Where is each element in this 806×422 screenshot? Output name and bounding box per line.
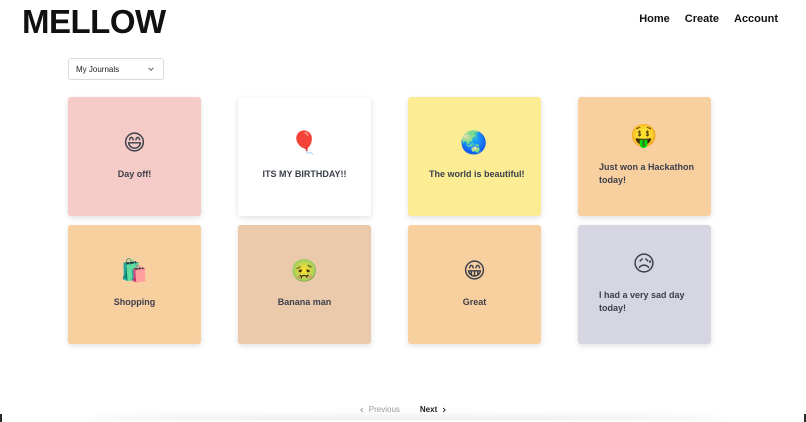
- journal-card-title: Day off!: [117, 168, 152, 179]
- journal-card-title: Just won a Hackathon today!: [599, 162, 695, 185]
- nav-account-link[interactable]: Account: [733, 13, 779, 27]
- chevron-down-icon: [148, 67, 154, 71]
- next-page-label: Next: [419, 405, 438, 414]
- app-logo[interactable]: MELLOW: [22, 3, 166, 41]
- journal-filter-value: My Journals: [76, 64, 120, 74]
- journal-card[interactable]: 🤢 Banana man: [238, 225, 371, 344]
- nauseated-face-icon: 🤢: [290, 258, 319, 284]
- journal-card[interactable]: 😥 I had a very sad day today!: [578, 225, 711, 344]
- balloon-icon: 🎈: [290, 130, 319, 156]
- journal-card-title: I had a very sad day today!: [599, 290, 685, 313]
- journal-card[interactable]: 😁 Great: [408, 225, 541, 344]
- journal-filter-select[interactable]: My Journals: [68, 58, 164, 80]
- beaming-face-icon: 😁: [463, 258, 486, 284]
- journal-card[interactable]: 🎈 ITS MY BIRTHDAY!!: [238, 97, 371, 216]
- journal-card-title: ITS MY BIRTHDAY!!: [262, 168, 347, 179]
- pagination: Previous Next: [0, 405, 806, 414]
- journal-card[interactable]: 😄 Day off!: [68, 97, 201, 216]
- nav-create-link[interactable]: Create: [683, 13, 721, 27]
- window-edge-left: [0, 414, 2, 422]
- previous-page-button[interactable]: Previous: [359, 405, 400, 414]
- top-nav: Home Create Account: [638, 13, 779, 27]
- journal-card-title: Shopping: [113, 296, 156, 307]
- journal-grid: 😄 Day off! 🎈 ITS MY BIRTHDAY!! 🌏 The wor…: [68, 97, 711, 344]
- next-page-button[interactable]: Next: [420, 405, 447, 414]
- journal-card[interactable]: 🛍️ Shopping: [68, 225, 201, 344]
- shopping-bags-icon: 🛍️: [120, 258, 149, 284]
- chevron-left-icon: [359, 407, 363, 412]
- money-mouth-face-icon: 🤑: [630, 124, 658, 150]
- chevron-right-icon: [443, 407, 447, 412]
- journal-card-title: Banana man: [277, 296, 332, 307]
- globe-icon: 🌏: [460, 130, 488, 156]
- journal-card-title: Great: [462, 296, 487, 307]
- sad-relieved-face-icon: 😥: [632, 252, 656, 278]
- grinning-face-icon: 😄: [123, 130, 146, 156]
- nav-home-link[interactable]: Home: [638, 13, 671, 27]
- journal-card-title: The world is beautiful!: [429, 168, 525, 179]
- journal-card[interactable]: 🤑 Just won a Hackathon today!: [578, 97, 711, 216]
- journal-card[interactable]: 🌏 The world is beautiful!: [408, 97, 541, 216]
- previous-page-label: Previous: [368, 405, 400, 414]
